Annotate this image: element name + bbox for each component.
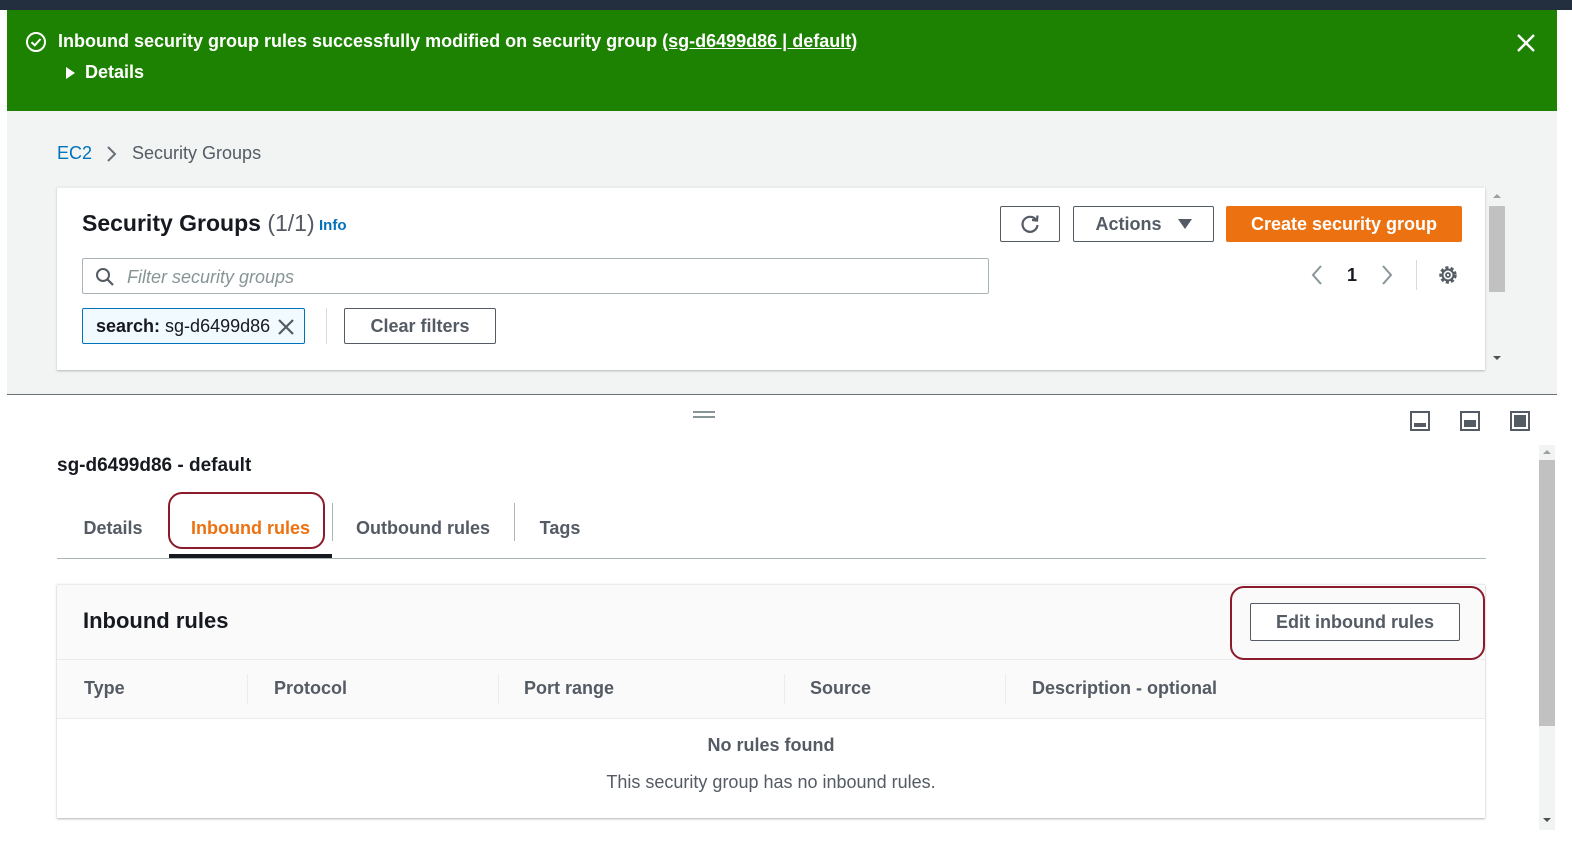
chevron-right-icon xyxy=(1382,265,1393,285)
security-groups-title: Security Groups xyxy=(82,210,261,236)
flash-details-label: Details xyxy=(85,62,145,82)
refresh-button[interactable] xyxy=(1000,206,1060,242)
scroll-up-icon xyxy=(1493,194,1501,198)
previous-page-button[interactable] xyxy=(1302,260,1332,290)
tab-tags[interactable]: Tags xyxy=(514,500,606,556)
split-bottom-view-icon[interactable] xyxy=(1409,410,1431,432)
column-divider[interactable] xyxy=(784,674,785,704)
table-header-row: Type Protocol Port range Source Descript… xyxy=(57,660,1485,719)
chevron-left-icon xyxy=(1311,265,1322,285)
breadcrumb: EC2 Security Groups xyxy=(57,143,261,164)
page-number-button[interactable]: 1 xyxy=(1332,265,1372,286)
pagination-divider xyxy=(1416,260,1417,290)
filter-token: search: sg-d6499d86 xyxy=(82,308,305,344)
empty-state-description: This security group has no inbound rules… xyxy=(606,772,936,792)
column-divider[interactable] xyxy=(1005,674,1006,704)
tab-inbound-rules[interactable]: Inbound rules xyxy=(169,500,332,556)
actions-label: Actions xyxy=(1095,213,1162,234)
security-groups-count: (1/1) xyxy=(267,210,315,236)
flash-message-text: Inbound security group rules successfull… xyxy=(58,31,663,51)
security-group-link[interactable]: (sg-d6499d86 | default) xyxy=(662,31,857,51)
security-groups-panel: Security Groups (1/1) Info Actions Creat… xyxy=(57,187,1485,370)
close-icon[interactable] xyxy=(276,317,296,337)
column-header-source[interactable]: Source xyxy=(810,678,871,699)
column-divider[interactable] xyxy=(498,674,499,704)
column-header-description[interactable]: Description - optional xyxy=(1032,678,1217,699)
split-side-view-icon[interactable] xyxy=(1459,410,1481,432)
flash-message: Inbound security group rules successfull… xyxy=(58,31,857,52)
actions-button[interactable]: Actions xyxy=(1073,206,1214,242)
column-header-type[interactable]: Type xyxy=(84,678,125,699)
scroll-down-icon xyxy=(1493,356,1501,360)
flash-details-toggle[interactable]: Details xyxy=(66,62,144,83)
inbound-rules-title: Inbound rules xyxy=(83,608,229,633)
security-group-detail-title: sg-d6499d86 - default xyxy=(57,455,252,476)
panel-scrollbar[interactable] xyxy=(1489,187,1505,369)
resize-handle[interactable] xyxy=(693,411,715,419)
info-link[interactable]: Info xyxy=(319,217,347,234)
left-strip xyxy=(0,111,7,843)
bottom-strip xyxy=(0,832,1572,843)
full-view-icon[interactable] xyxy=(1509,410,1531,432)
search-icon xyxy=(96,268,114,286)
refresh-icon xyxy=(1021,215,1039,233)
caret-down-icon xyxy=(1177,219,1192,229)
pagination: 1 xyxy=(1302,260,1402,290)
caret-right-icon xyxy=(66,66,75,79)
success-flashbar: Inbound security group rules successfull… xyxy=(7,10,1557,111)
page-title: Security Groups (1/1) xyxy=(82,210,315,237)
scroll-up-icon xyxy=(1543,450,1551,454)
inbound-rules-header: Inbound rules Edit inbound rules xyxy=(57,585,1485,660)
filter-input[interactable] xyxy=(125,262,969,292)
page-scrollbar[interactable] xyxy=(1539,445,1555,830)
gear-icon[interactable] xyxy=(1435,262,1461,288)
tab-outbound-rules[interactable]: Outbound rules xyxy=(332,500,514,556)
filter-field xyxy=(82,258,989,294)
column-header-protocol[interactable]: Protocol xyxy=(274,678,347,699)
breadcrumb-current: Security Groups xyxy=(132,143,262,163)
filter-token-value: sg-d6499d86 xyxy=(165,315,271,336)
edit-inbound-rules-button[interactable]: Edit inbound rules xyxy=(1250,603,1460,641)
clear-filters-button[interactable]: Clear filters xyxy=(344,308,496,344)
scroll-down-icon xyxy=(1543,818,1551,822)
scrollbar-thumb[interactable] xyxy=(1489,206,1505,292)
scrollbar-thumb[interactable] xyxy=(1539,460,1555,726)
token-divider xyxy=(326,308,327,344)
split-panel-divider xyxy=(7,394,1557,395)
empty-state-title: No rules found xyxy=(707,735,835,755)
next-page-button[interactable] xyxy=(1372,260,1402,290)
top-nav-bar xyxy=(0,0,1572,10)
column-divider[interactable] xyxy=(247,674,248,704)
tab-details[interactable]: Details xyxy=(57,500,169,556)
success-check-icon xyxy=(26,32,46,52)
active-tab-indicator xyxy=(169,554,332,558)
detail-tabs: Details Inbound rules Outbound rules Tag… xyxy=(57,500,1486,559)
create-security-group-button[interactable]: Create security group xyxy=(1226,206,1462,242)
filter-token-key: search: xyxy=(96,315,161,336)
inbound-rules-panel: Inbound rules Edit inbound rules Type Pr… xyxy=(57,584,1485,818)
column-header-port-range[interactable]: Port range xyxy=(524,678,614,699)
chevron-right-icon xyxy=(107,145,117,162)
close-icon[interactable] xyxy=(1513,30,1539,56)
breadcrumb-ec2-link[interactable]: EC2 xyxy=(57,143,92,164)
